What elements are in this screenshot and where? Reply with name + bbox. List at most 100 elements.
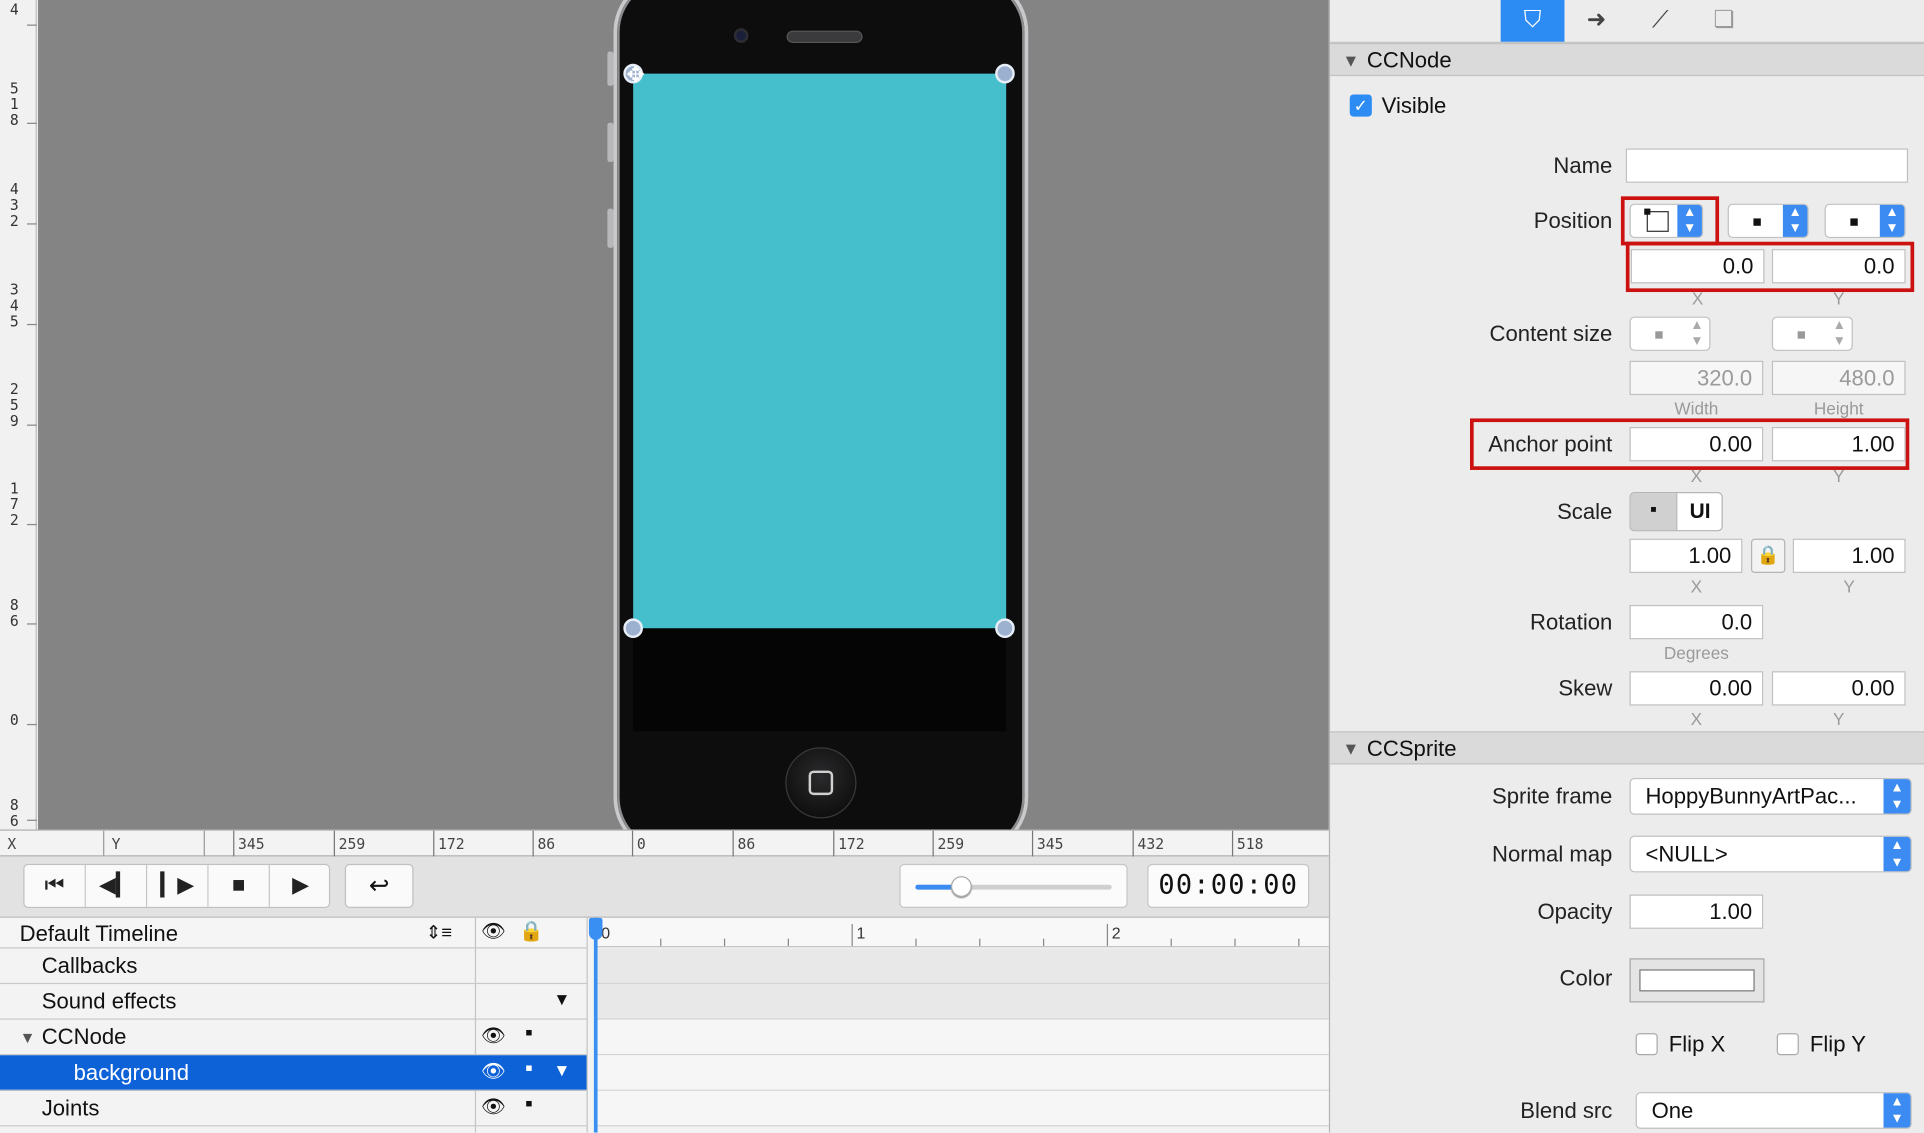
selection-handle-top-right[interactable] [995,63,1015,84]
speaker-icon [786,30,863,43]
timeline-row-ccnode[interactable]: ▼ CCNode 👁 ▪ [0,1020,587,1056]
timeline-row-sound-effects[interactable]: Sound effects ▼ [0,984,587,1020]
physics-tab-icon[interactable]: ⟋ [1628,0,1692,42]
name-label: Name [1553,153,1613,178]
timeline-tick-label: 0 [601,923,611,943]
ruler-label: 8 6 [9,796,19,830]
section-title: CCNode [1366,47,1452,73]
timeline-selector[interactable]: Default Timeline [20,922,178,948]
playback-button-group: ⏮ ◀▎ ▎▶ ■ ▶ [23,863,331,909]
list-item: background [73,1060,190,1085]
timeline-tick-label: 2 [1111,923,1121,943]
background-sprite[interactable] [633,73,1007,629]
timeline-zoom-slider[interactable] [899,863,1128,909]
scale-mode-ui-button[interactable]: UI [1676,493,1721,531]
y-sublabel: Y [1832,709,1845,729]
ruler-label: 1 7 2 [9,479,19,529]
timeline-row-callbacks[interactable]: Callbacks [0,949,587,985]
scale-y-field[interactable]: 1.00 [1792,538,1906,574]
selection-handle-bottom-right[interactable] [995,618,1015,639]
blend-src-value: One [1651,1098,1694,1123]
selection-handle-bottom-left[interactable] [623,618,643,639]
step-back-button[interactable]: ◀▎ [85,865,148,907]
go-to-start-button[interactable]: ⏮ [24,865,86,907]
time-display[interactable]: 00:00:00 [1147,863,1310,909]
anchor-x-field[interactable]: 0.00 [1629,427,1764,462]
anchor-y-field[interactable]: 1.00 [1771,427,1906,462]
expand-triangle-icon[interactable]: ▼ [553,989,570,1009]
opacity-field[interactable]: 1.00 [1629,894,1764,929]
flip-y-label: Flip Y [1809,1031,1866,1057]
content-height-field: 480.0 [1771,360,1906,396]
lock-toggle-icon[interactable]: ▪ [525,1020,533,1046]
normal-map-popup[interactable]: <NULL> ▲ ▼ [1629,835,1912,873]
x-sublabel: X [1691,288,1704,308]
content-width-type-popup[interactable]: ▲ ▼ [1629,316,1711,351]
loop-button[interactable]: ↩ [344,863,414,909]
playhead[interactable] [593,917,598,1133]
disclosure-triangle-icon[interactable]: ▼ [1342,739,1359,759]
flip-x-checkbox[interactable] [1635,1033,1658,1056]
ruler-label: 0 [9,711,19,729]
playback-toolbar: ⏮ ◀▎ ▎▶ ■ ▶ ↩ 00:00:00 [0,856,1329,918]
ruler-tick-label: 0 [636,835,646,853]
timeline-menu-icon[interactable]: ⇕≡ [426,922,452,944]
normal-map-label: Normal map [1492,841,1613,867]
scale-x-field[interactable]: 1.00 [1629,538,1743,574]
ruler-tick-label: 86 [737,835,756,853]
content-size-label: Content size [1489,321,1613,347]
playhead-handle[interactable] [588,917,603,940]
scale-lock-icon[interactable]: 🔒 [1750,538,1786,574]
y-sublabel: Y [1832,288,1845,308]
timeline-row-joints[interactable]: Joints 👁 ▪ [0,1091,587,1127]
templates-tab-icon[interactable]: ❏ [1692,0,1756,42]
position-x-type-popup[interactable]: ▲ ▼ [1727,203,1809,239]
ccnode-section-header[interactable]: ▼ CCNode [1330,42,1924,77]
eye-icon[interactable]: 👁 [481,1095,506,1120]
list-item: CCNode [41,1024,127,1050]
blend-src-popup[interactable]: One ▲ ▼ [1635,1092,1912,1129]
rotation-field[interactable]: 0.0 [1629,604,1764,640]
content-height-type-popup[interactable]: ▲ ▼ [1771,316,1853,351]
inspector-panel: ⛉ ➜ ⟋ ❏ ▼ CCNode ✓ Visible Name Position… [1328,0,1924,1133]
color-well[interactable] [1629,958,1765,1003]
disclosure-triangle-icon[interactable]: ▼ [1342,50,1359,70]
node-properties-tab-icon[interactable]: ⛉ [1500,0,1565,42]
disclosure-triangle-icon[interactable]: ▼ [20,1028,36,1046]
ruler-tick-label: 172 [838,835,865,853]
name-field[interactable] [1625,148,1909,183]
eye-icon[interactable]: 👁 [481,1023,506,1048]
position-y-type-popup[interactable]: ▲ ▼ [1824,203,1906,239]
eye-icon[interactable]: 👁 [481,1059,506,1084]
stepper-icon: ▲ ▼ [1883,1093,1911,1128]
flip-y-checkbox[interactable] [1776,1033,1799,1056]
code-connections-tab-icon[interactable]: ➜ [1564,0,1628,42]
color-swatch [1639,969,1755,992]
scale-mode-point-button[interactable]: ▪ [1630,493,1677,531]
x-sublabel: X [1690,576,1703,597]
timeline-row-background[interactable]: background 👁 ▪ ▼ [0,1055,587,1091]
visible-checkbox[interactable]: ✓ [1349,94,1372,117]
height-sublabel: Height [1813,398,1864,419]
expand-triangle-icon[interactable]: ▼ [553,1060,570,1080]
lock-toggle-icon[interactable]: ▪ [525,1055,533,1081]
stop-button[interactable]: ■ [208,865,270,907]
lock-toggle-icon[interactable]: ▪ [525,1091,533,1117]
horizontal-ruler: X Y 345 259 172 86 0 86 172 259 345 432 … [0,829,1329,857]
skew-x-field[interactable]: 0.00 [1629,671,1764,706]
scene-canvas[interactable]: ✥ [38,0,1329,830]
stepper-icon: ▲ ▼ [1782,204,1808,237]
ccsprite-section-header[interactable]: ▼ CCSprite [1330,731,1924,765]
play-button[interactable]: ▶ [269,865,329,907]
ruler-tick-label: 259 [937,835,965,853]
list-item: Joints [41,1095,100,1121]
camera-icon [733,28,749,43]
sprite-frame-popup[interactable]: HoppyBunnyArtPac... ▲ ▼ [1629,777,1912,815]
zoom-slider-knob[interactable] [950,876,972,897]
anchor-move-icon[interactable]: ✥ [625,64,647,86]
skew-y-field[interactable]: 0.00 [1771,671,1906,706]
inspector-tabs: ⛉ ➜ ⟋ ❏ [1330,0,1924,43]
step-forward-button[interactable]: ▎▶ [147,865,209,907]
device-screen-black [633,628,1007,732]
timeline-ruler[interactable]: 0 1 2 [596,917,1329,948]
